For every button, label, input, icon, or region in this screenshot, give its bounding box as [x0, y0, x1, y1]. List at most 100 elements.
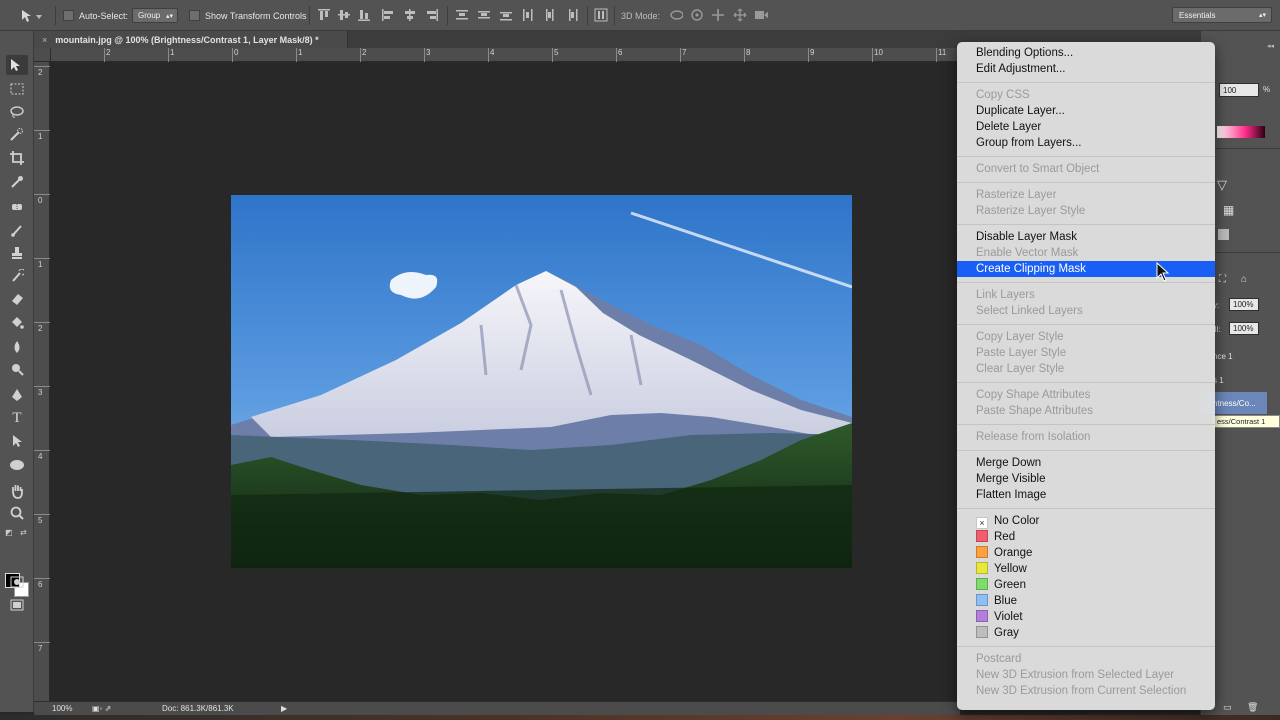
menu-item-flatten-image[interactable]: Flatten Image [957, 487, 1215, 503]
layer-row-1[interactable]: nce 1 [1213, 352, 1233, 361]
document-tab[interactable]: × mountain.jpg @ 100% (Brightness/Contra… [34, 31, 348, 48]
vertical-ruler[interactable]: 2 1 0 1 2 3 4 5 6 7 [33, 62, 52, 702]
menu-item-create-clipping-mask[interactable]: Create Clipping Mask [957, 261, 1215, 277]
ruler-tick-label: 5 [33, 514, 52, 525]
workspace-dropdown[interactable]: Essentials ▴▾ [1172, 7, 1272, 23]
menu-item-no-color[interactable]: × No Color [957, 513, 1215, 529]
menu-item-violet[interactable]: Violet [957, 609, 1215, 625]
3d-pan-icon[interactable] [711, 8, 725, 22]
distribute-left-icon[interactable] [521, 8, 535, 22]
ruler-tick-label: 1 [295, 48, 303, 62]
menu-item-disable-layer-mask[interactable]: Disable Layer Mask [957, 229, 1215, 245]
3d-scale-icon[interactable] [754, 8, 768, 22]
horizontal-ruler[interactable]: 2 1 0 1 2 3 4 5 6 7 8 9 10 11 [51, 48, 961, 62]
grid-icon[interactable]: ▦ [1223, 203, 1234, 217]
clone-stamp-tool[interactable] [6, 243, 28, 263]
align-top-icon[interactable] [317, 8, 331, 22]
canvas-area[interactable] [51, 62, 961, 702]
dodge-tool[interactable] [6, 359, 28, 379]
crop-tool[interactable] [6, 148, 28, 168]
lasso-tool[interactable] [6, 102, 28, 122]
menu-item-gray[interactable]: Gray [957, 625, 1215, 641]
menu-item-yellow[interactable]: Yellow [957, 561, 1215, 577]
collapse-icon[interactable]: ◂◂ [1267, 42, 1274, 50]
transform-icon[interactable]: ⛶ [1219, 274, 1226, 285]
marquee-tool[interactable] [6, 79, 28, 99]
menu-item-green[interactable]: Green [957, 577, 1215, 593]
status-menu-arrow[interactable]: ▶ [281, 704, 287, 713]
ruler-tick-label: 10 [872, 48, 883, 62]
mask-icon[interactable] [1218, 229, 1229, 240]
pen-tool[interactable] [6, 385, 28, 405]
menu-item-label: Paste Shape Attributes [976, 405, 1093, 417]
ruler-tick-label: 2 [103, 48, 111, 62]
ruler-tick-label: 6 [615, 48, 623, 62]
3d-roll-icon[interactable] [690, 8, 704, 22]
eraser-tool[interactable] [6, 289, 28, 309]
distribute-bottom-icon[interactable] [499, 8, 513, 22]
menu-item-blue[interactable]: Blue [957, 593, 1215, 609]
opacity-field[interactable]: 100 [1219, 83, 1259, 97]
menu-item-blending-options[interactable]: Blending Options... [957, 45, 1215, 61]
trash-icon[interactable]: 🗑 [1247, 702, 1258, 713]
distribute-horizontal-center-icon[interactable] [543, 8, 557, 22]
quick-mask-icon[interactable] [6, 572, 28, 592]
color-ramp[interactable] [1217, 126, 1265, 138]
brush-tool[interactable] [6, 220, 28, 240]
menu-separator [957, 424, 1215, 425]
auto-select-dropdown[interactable]: Group ▴▾ [132, 8, 178, 23]
path-selection-tool[interactable] [6, 431, 28, 451]
layers-opacity-field[interactable]: 100% [1229, 298, 1259, 311]
blur-tool[interactable] [6, 337, 28, 357]
menu-item-merge-down[interactable]: Merge Down [957, 455, 1215, 471]
ruler-origin[interactable] [34, 48, 51, 62]
3d-orbit-icon[interactable] [669, 8, 683, 22]
menu-item-label: Blue [994, 595, 1018, 607]
menu-item-group-from-layers[interactable]: Group from Layers... [957, 135, 1215, 151]
proof-icon[interactable]: ▣◦ ⇗ [92, 704, 111, 713]
ellipse-tool[interactable] [6, 455, 28, 475]
swap-colors-icon[interactable]: ⇄ [20, 528, 27, 537]
new-layer-icon[interactable]: ▭ [1223, 702, 1232, 713]
auto-align-layers-icon[interactable] [594, 8, 608, 22]
history-brush-tool[interactable] [6, 266, 28, 286]
align-horizontal-center-icon[interactable] [403, 8, 417, 22]
close-icon[interactable]: × [42, 35, 47, 45]
distribute-vertical-center-icon[interactable] [477, 8, 491, 22]
type-tool[interactable]: T [6, 408, 28, 428]
gradient-icon[interactable]: ▽ [1217, 177, 1227, 193]
menu-item-red[interactable]: Red [957, 529, 1215, 545]
screen-mode-icon[interactable] [6, 595, 28, 615]
lock-icon[interactable]: ⌂ [1241, 274, 1247, 285]
auto-select-checkbox[interactable]: Auto-Select: [63, 0, 128, 31]
default-colors-icon[interactable]: ◩ [5, 528, 13, 537]
show-transform-checkbox[interactable]: Show Transform Controls [189, 0, 307, 31]
move-tool-preset-icon[interactable] [20, 0, 44, 31]
menu-item-edit-adjustment[interactable]: Edit Adjustment... [957, 61, 1215, 77]
align-left-icon[interactable] [381, 8, 395, 22]
mountain-photo[interactable] [231, 195, 852, 568]
ruler-tick-label: 1 [167, 48, 175, 62]
ruler-tick-label: 6 [33, 578, 52, 589]
hand-tool[interactable] [6, 481, 28, 501]
menu-separator [957, 450, 1215, 451]
layer-3-label: htness/Co... [1213, 399, 1256, 408]
distribute-right-icon[interactable] [565, 8, 579, 22]
paint-bucket-tool[interactable] [6, 313, 28, 333]
layers-fill-field[interactable]: 100% [1229, 322, 1259, 335]
eyedropper-tool[interactable] [6, 172, 28, 192]
healing-brush-tool[interactable] [6, 197, 28, 217]
zoom-level[interactable]: 100% [52, 704, 72, 713]
align-right-icon[interactable] [425, 8, 439, 22]
align-bottom-icon[interactable] [357, 8, 371, 22]
menu-item-duplicate-layer[interactable]: Duplicate Layer... [957, 103, 1215, 119]
menu-item-orange[interactable]: Orange [957, 545, 1215, 561]
menu-item-delete-layer[interactable]: Delete Layer [957, 119, 1215, 135]
menu-item-merge-visible[interactable]: Merge Visible [957, 471, 1215, 487]
align-vertical-center-icon[interactable] [337, 8, 351, 22]
3d-slide-icon[interactable] [733, 8, 747, 22]
move-tool[interactable] [6, 55, 28, 75]
distribute-top-icon[interactable] [455, 8, 469, 22]
zoom-tool[interactable] [6, 503, 28, 523]
quick-selection-tool[interactable] [6, 125, 28, 145]
